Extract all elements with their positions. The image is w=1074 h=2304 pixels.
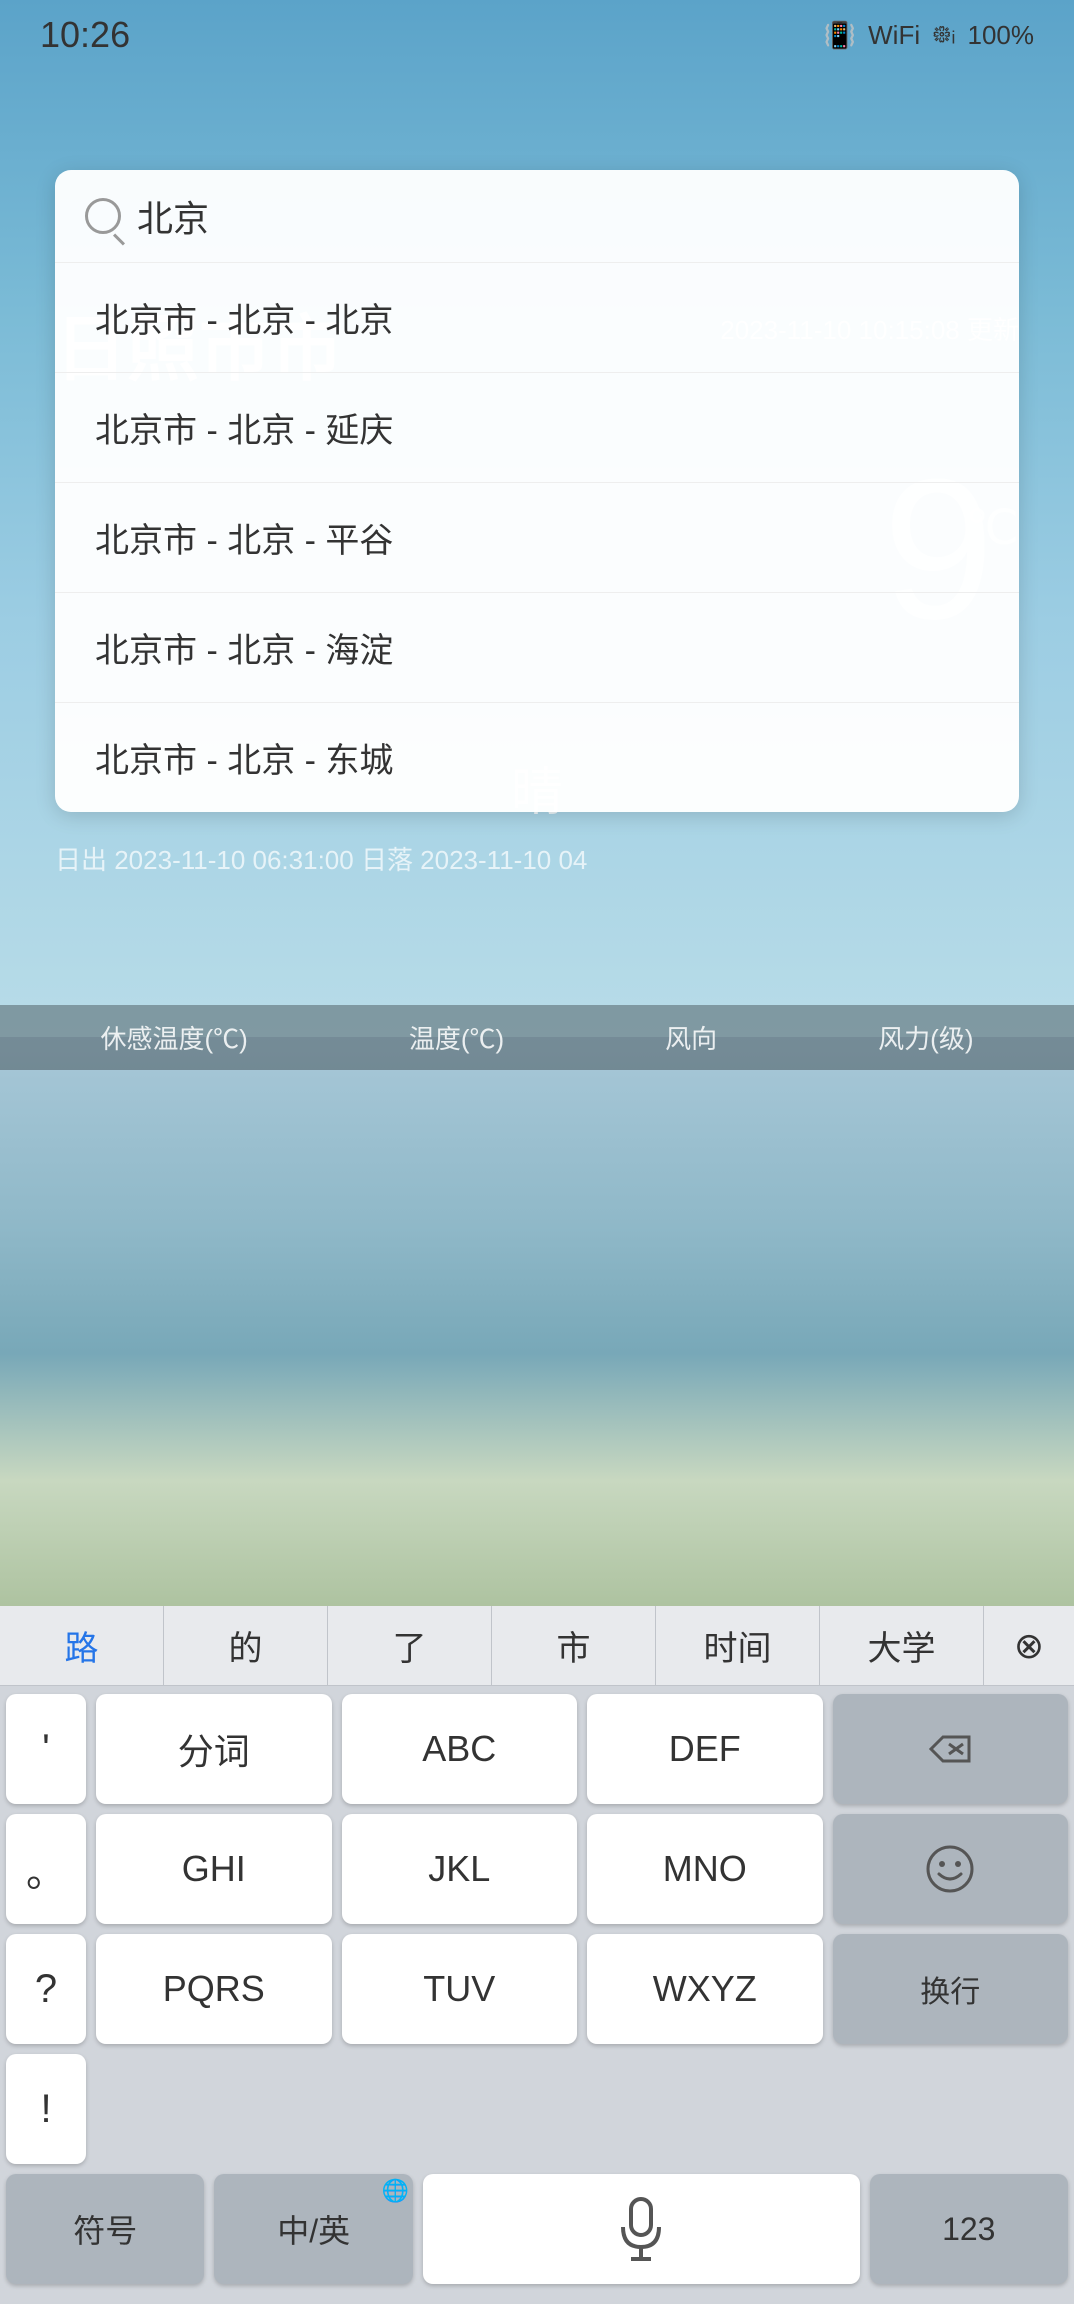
feels-like-label: 休感温度(℃) — [101, 1019, 248, 1056]
search-result-item[interactable]: 北京市 - 北京 - 延庆 — [55, 373, 1019, 483]
suggestion-item-shijian[interactable]: 时间 — [656, 1606, 820, 1685]
search-dropdown: 北京 北京市 - 北京 - 北京 北京市 - 北京 - 延庆 北京市 - 北京 … — [55, 170, 1019, 812]
backspace-icon — [925, 1729, 975, 1769]
keyboard-row-1: ' 分词 ABC DEF — [6, 1694, 1068, 1804]
key-123[interactable]: 123 — [870, 2174, 1068, 2284]
key-abc[interactable]: ABC — [342, 1694, 578, 1804]
wind-power-label: 风力(级) — [878, 1019, 973, 1056]
key-jkl[interactable]: JKL — [342, 1814, 578, 1924]
left-punct-col-2: 。 — [6, 1814, 86, 1924]
key-emoji[interactable] — [833, 1814, 1069, 1924]
suggestion-item-de[interactable]: 的 — [164, 1606, 328, 1685]
vibrate-icon: 📳 — [824, 20, 856, 51]
key-pqrs[interactable]: PQRS — [96, 1934, 332, 2044]
chinese-eng-label: 中/英 — [277, 2206, 350, 2252]
keyboard-container: 路 的 了 市 时间 大学 ⊗ ' 分词 ABC DEF — [0, 1606, 1074, 2304]
key-delete[interactable] — [833, 1694, 1069, 1804]
punct-key-period[interactable]: 。 — [6, 1814, 86, 1924]
weather-info-bar: 休感温度(℃) 温度(℃) 风向 风力(级) — [0, 1005, 1074, 1070]
search-result-item[interactable]: 北京市 - 北京 - 平谷 — [55, 483, 1019, 593]
keyboard-rows: ' 分词 ABC DEF 。 GHI JKL MNO — [0, 1686, 1074, 2304]
suggestion-item-le[interactable]: 了 — [328, 1606, 492, 1685]
key-enter[interactable]: 换行 — [833, 1934, 1069, 2044]
search-result-item[interactable]: 北京市 - 北京 - 海淀 — [55, 593, 1019, 703]
status-bar: 10:26 📳 WiFi ᪥ᵢ 100% — [0, 0, 1074, 70]
key-tuv[interactable]: TUV — [342, 1934, 578, 2044]
keyboard-row-3: ? PQRS TUV WXYZ 换行 — [6, 1934, 1068, 2044]
suggestion-item-lu[interactable]: 路 — [0, 1606, 164, 1685]
battery-icon: 100% — [968, 20, 1035, 51]
temperature-label: 温度(℃) — [409, 1019, 504, 1056]
keyboard-row-2: 。 GHI JKL MNO — [6, 1814, 1068, 1924]
globe-icon: 🌐 — [382, 2178, 409, 2204]
search-input-text[interactable]: 北京 — [137, 190, 209, 242]
emoji-icon — [925, 1844, 975, 1894]
key-mno[interactable]: MNO — [587, 1814, 823, 1924]
status-icons: 📳 WiFi ᪥ᵢ 100% — [824, 14, 1034, 56]
punct-key-question[interactable]: ? — [6, 1934, 86, 2044]
suggestions-bar: 路 的 了 市 时间 大学 ⊗ — [0, 1606, 1074, 1686]
left-punct-col-4: ! — [6, 2054, 86, 2164]
search-result-item[interactable]: 北京市 - 北京 - 北京 — [55, 263, 1019, 373]
left-punct-col-1: ' — [6, 1694, 86, 1804]
microphone-icon — [617, 2197, 665, 2261]
signal-icon: ᪥ᵢ — [932, 14, 955, 56]
search-result-item[interactable]: 北京市 - 北京 - 东城 — [55, 703, 1019, 812]
punct-key-exclaim[interactable]: ! — [6, 2054, 86, 2164]
key-space[interactable] — [423, 2174, 860, 2284]
key-ghi[interactable]: GHI — [96, 1814, 332, 1924]
key-symbol[interactable]: 符号 — [6, 2174, 204, 2284]
search-bar[interactable]: 北京 — [55, 170, 1019, 263]
key-fenchi[interactable]: 分词 — [96, 1694, 332, 1804]
key-def[interactable]: DEF — [587, 1694, 823, 1804]
weather-sunrise-bg: 日出 2023-11-10 06:31:00 日落 2023-11-10 04 — [55, 840, 587, 877]
keyboard-bottom-row: 符号 中/英 🌐 123 — [6, 2174, 1068, 2294]
suggestion-item-daxue[interactable]: 大学 — [820, 1606, 984, 1685]
key-chinese-english[interactable]: 中/英 🌐 — [214, 2174, 412, 2284]
status-time: 10:26 — [40, 14, 130, 56]
left-punct-col-3: ? — [6, 1934, 86, 2044]
suggestion-item-shi[interactable]: 市 — [492, 1606, 656, 1685]
search-icon — [85, 198, 121, 234]
keyboard-row-4: ! — [6, 2054, 1068, 2164]
wind-dir-label: 风向 — [665, 1019, 717, 1056]
wifi-icon: WiFi — [868, 20, 920, 51]
key-wxyz[interactable]: WXYZ — [587, 1934, 823, 2044]
punct-key-apostrophe[interactable]: ' — [6, 1694, 86, 1804]
suggestion-delete-button[interactable]: ⊗ — [984, 1606, 1074, 1685]
